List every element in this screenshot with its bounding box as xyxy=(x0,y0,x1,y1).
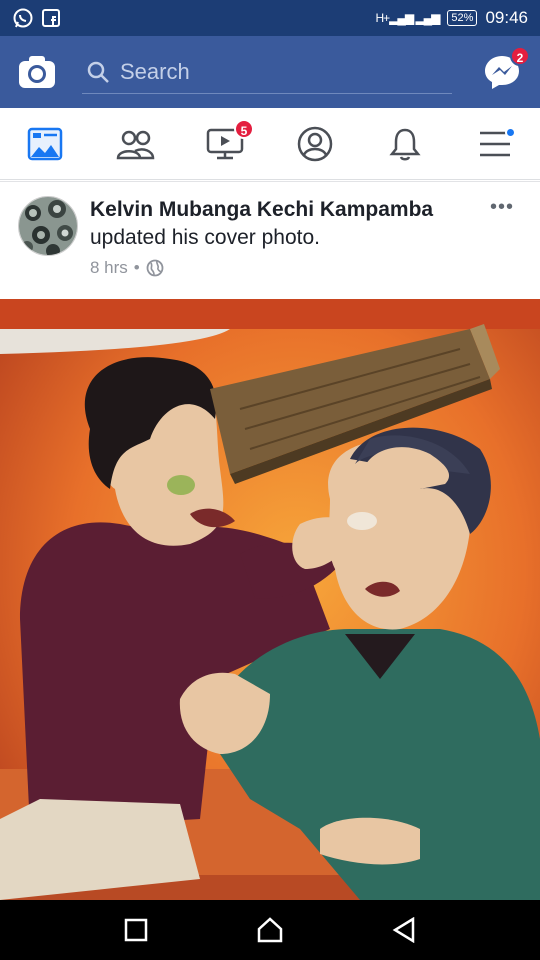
post-meta: 8 hrs • xyxy=(90,258,480,278)
post-header: Kelvin Mubanga Kechi Kampamba updated hi… xyxy=(0,181,540,299)
post-author-name[interactable]: Kelvin Mubanga Kechi Kampamba xyxy=(90,198,480,222)
signal-strength-icon: H+▂▄▆ ▂▄▆ xyxy=(375,11,440,25)
notifications-icon xyxy=(389,128,421,160)
friends-icon xyxy=(116,130,155,159)
avatar-image xyxy=(19,197,77,255)
network-type-label: H+ xyxy=(375,11,390,25)
messenger-button[interactable]: 2 xyxy=(482,46,530,92)
tab-menu[interactable] xyxy=(470,119,520,169)
messenger-badge: 2 xyxy=(510,46,530,66)
clock: 09:46 xyxy=(485,8,528,27)
menu-notification-dot xyxy=(505,126,516,138)
tab-watch[interactable]: 5 xyxy=(200,118,254,169)
tab-bar: 5 xyxy=(0,108,540,180)
meta-separator: • xyxy=(133,258,140,277)
whatsapp-icon xyxy=(13,8,33,28)
tab-friends[interactable] xyxy=(110,119,160,169)
post-action-text: updated his cover photo. xyxy=(90,226,320,249)
profile-icon xyxy=(297,126,333,161)
search-icon xyxy=(87,61,109,83)
tab-notifications[interactable] xyxy=(380,119,430,169)
search-input[interactable]: Search xyxy=(82,50,452,94)
facebook-icon xyxy=(42,9,60,27)
avatar[interactable] xyxy=(18,196,78,256)
watch-badge: 5 xyxy=(234,118,254,139)
battery-indicator: 52% xyxy=(447,10,478,26)
news-feed-icon xyxy=(27,127,63,160)
app-header: Search 2 xyxy=(0,36,540,108)
globe-icon xyxy=(146,259,164,277)
back-icon[interactable] xyxy=(392,917,416,943)
camera-icon[interactable] xyxy=(18,55,56,89)
post-timestamp[interactable]: 8 hrs xyxy=(90,258,128,278)
status-bar: H+▂▄▆ ▂▄▆ 52% 09:46 xyxy=(0,0,540,36)
tab-profile[interactable] xyxy=(290,119,340,169)
search-placeholder: Search xyxy=(120,58,190,84)
tab-news-feed[interactable] xyxy=(20,119,70,169)
system-nav-bar xyxy=(0,900,540,960)
cover-photo-illustration xyxy=(0,299,540,900)
home-icon[interactable] xyxy=(256,917,284,943)
post-image[interactable] xyxy=(0,299,540,900)
recents-icon[interactable] xyxy=(124,918,148,942)
post-options-button[interactable]: ••• xyxy=(490,196,514,219)
